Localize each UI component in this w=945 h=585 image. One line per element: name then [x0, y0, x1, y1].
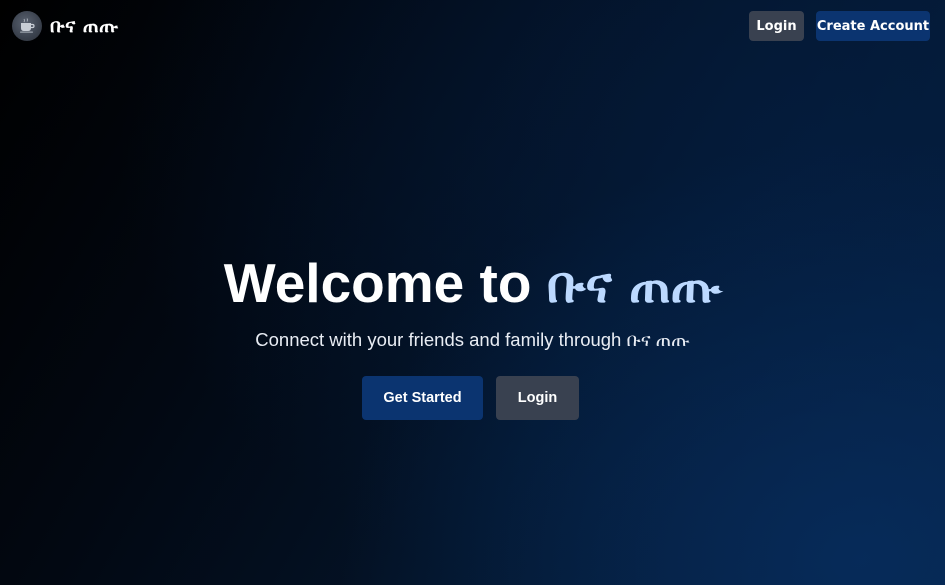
hero-title: Welcome to ቡና ጠጡ — [0, 250, 945, 318]
hero-login-button[interactable]: Login — [496, 376, 579, 420]
get-started-button[interactable]: Get Started — [362, 376, 483, 420]
hero-title-accent: ቡና ጠጡ — [546, 256, 722, 314]
hero-title-prefix: Welcome to — [223, 252, 547, 314]
create-account-button[interactable]: Create Account — [816, 11, 930, 41]
top-navigation-bar: ቡና ጠጡ Login Create Account — [0, 0, 945, 52]
brand[interactable]: ቡና ጠጡ — [12, 10, 119, 42]
landing-page: ቡና ጠጡ Login Create Account Welcome to ቡና… — [0, 0, 945, 585]
coffee-cup-icon — [12, 11, 42, 41]
brand-name: ቡና ጠጡ — [50, 15, 119, 37]
hero-subtitle: Connect with your friends and family thr… — [255, 329, 690, 350]
header-login-button[interactable]: Login — [749, 11, 804, 41]
